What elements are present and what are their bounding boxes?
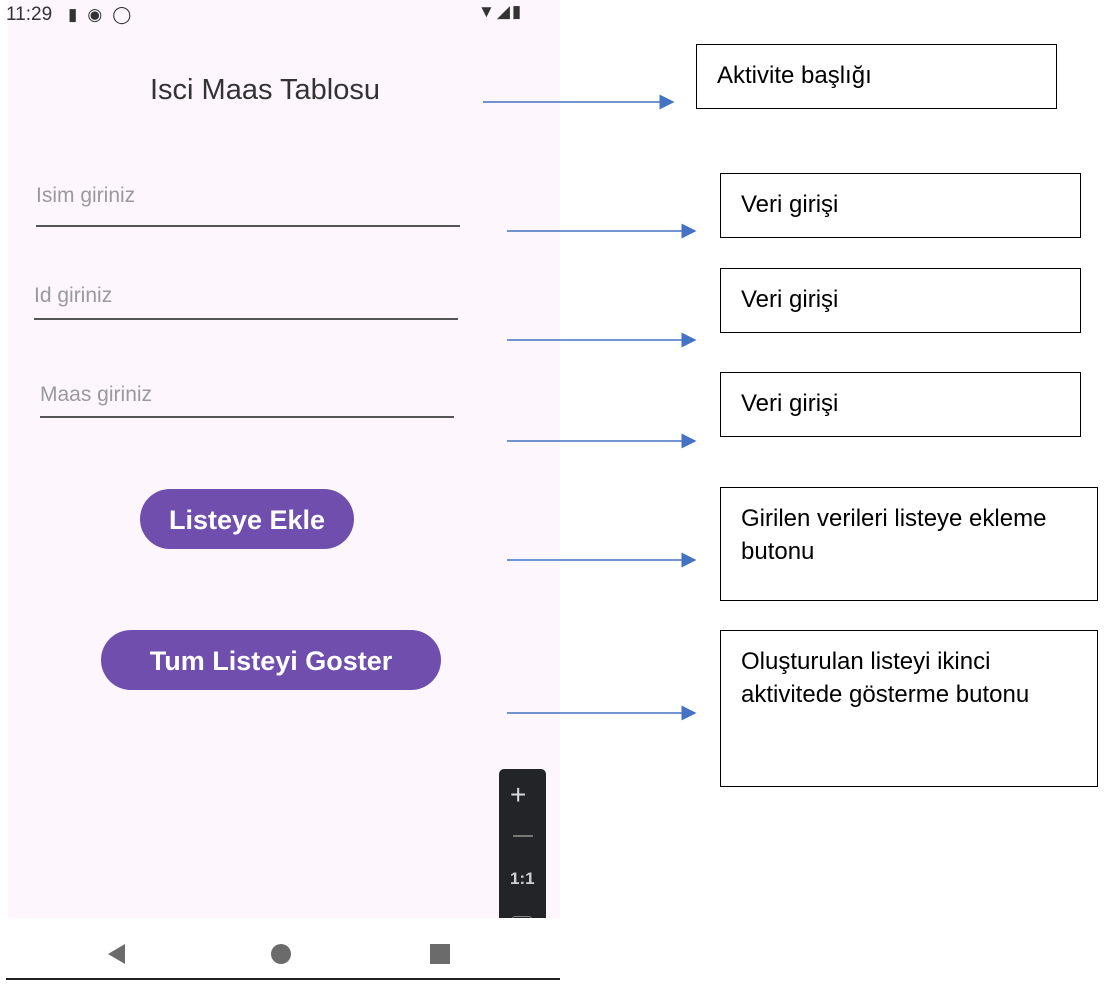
name-input-underline bbox=[36, 225, 460, 227]
shield-icon: ◯ bbox=[112, 5, 132, 24]
page-title: Isci Maas Tablosu bbox=[150, 74, 380, 106]
id-input[interactable]: Id giriniz bbox=[34, 284, 112, 308]
name-input[interactable]: Isim giriniz bbox=[36, 184, 135, 208]
annotation-name-input: Veri girişi bbox=[720, 173, 1081, 238]
salary-input-underline bbox=[40, 416, 454, 418]
zoom-reset-button[interactable]: 1:1 bbox=[510, 869, 535, 889]
back-icon[interactable] bbox=[108, 944, 125, 964]
annotation-title-text: Aktivite başlığı bbox=[717, 62, 872, 89]
show-all-list-button[interactable]: Tum Listeyi Goster bbox=[101, 630, 441, 690]
annotation-show-button: Oluşturulan listeyi ikinci aktivitede gö… bbox=[720, 630, 1098, 787]
id-input-underline bbox=[34, 318, 458, 320]
annotation-show-text: Oluşturulan listeyi ikinci aktivitede gö… bbox=[741, 648, 1030, 708]
annotation-salary-text: Veri girişi bbox=[741, 390, 839, 417]
zoom-out-button[interactable] bbox=[513, 835, 533, 837]
phone-screenshot: 11:29 ▮ ◉ ◯ ▼ ◢ ▮ Isci Maas Tablosu Isim… bbox=[0, 0, 560, 984]
signal-icon: ◢ bbox=[496, 2, 510, 21]
annotation-name-text: Veri girişi bbox=[741, 191, 839, 218]
annotation-add-text: Girilen verileri listeye ekleme butonu bbox=[741, 505, 1047, 565]
annotation-add-button: Girilen verileri listeye ekleme butonu bbox=[720, 487, 1098, 601]
zoom-in-button[interactable]: + bbox=[510, 779, 526, 811]
sd-card-icon: ▮ bbox=[68, 5, 78, 24]
status-time: 11:29 bbox=[6, 4, 53, 25]
wifi-icon: ▼ bbox=[478, 2, 495, 21]
status-bar: 11:29 ▮ ◉ ◯ ▼ ◢ ▮ bbox=[0, 0, 560, 32]
salary-input[interactable]: Maas giriniz bbox=[40, 383, 152, 407]
divider bbox=[6, 978, 560, 980]
annotation-salary-input: Veri girişi bbox=[720, 372, 1081, 437]
navigation-bar bbox=[0, 918, 560, 984]
app-screen bbox=[8, 0, 560, 918]
battery-icon: ▮ bbox=[511, 2, 522, 21]
add-to-list-button[interactable]: Listeye Ekle bbox=[140, 489, 354, 549]
at-circle-icon: ◉ bbox=[87, 5, 103, 24]
annotation-title: Aktivite başlığı bbox=[696, 44, 1057, 109]
annotation-id-text: Veri girişi bbox=[741, 286, 839, 313]
home-icon[interactable] bbox=[271, 944, 291, 964]
recents-icon[interactable] bbox=[430, 944, 450, 964]
annotation-id-input: Veri girişi bbox=[720, 268, 1081, 333]
